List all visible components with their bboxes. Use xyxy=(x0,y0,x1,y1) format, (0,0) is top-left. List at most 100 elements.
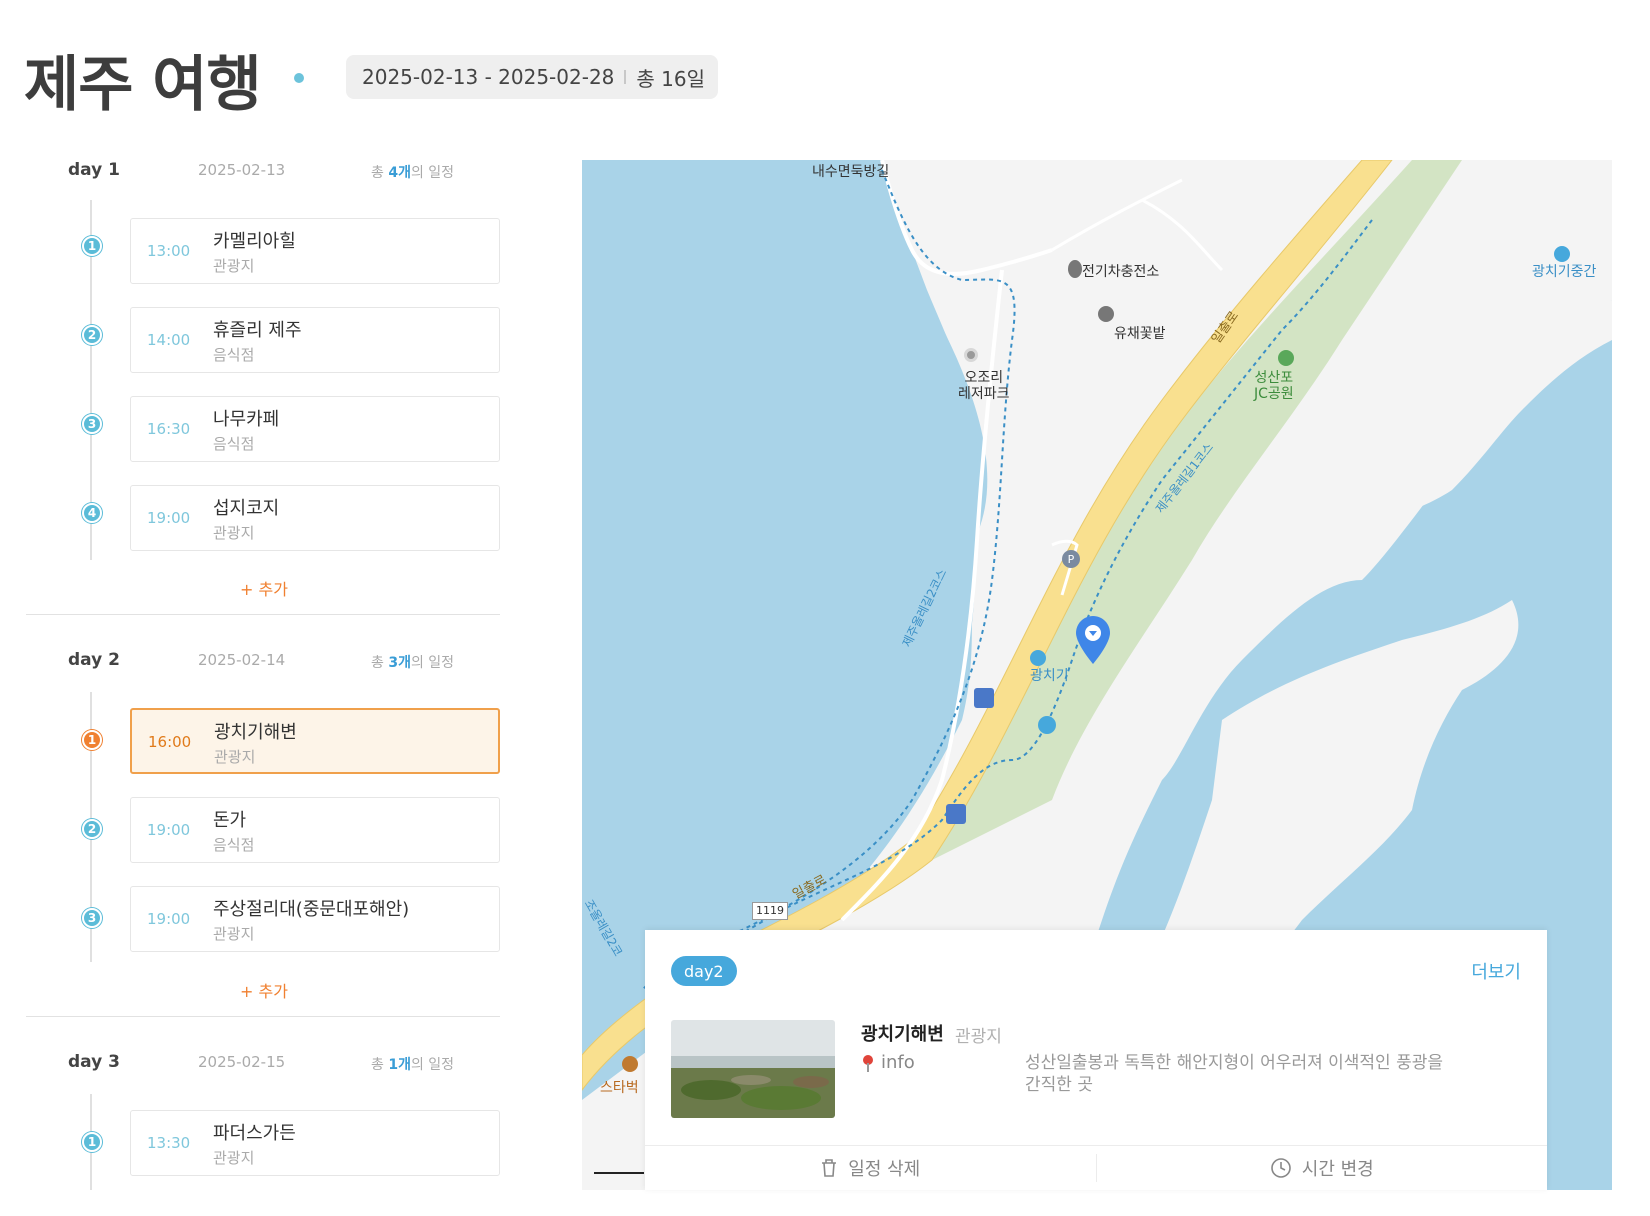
map-label-seongsanpo: 성산포 JC공원 xyxy=(1254,370,1294,402)
map-label-ojori: 오조리 레저파크 xyxy=(958,370,1010,402)
item-name: 나무카페 xyxy=(213,409,280,430)
camera-icon xyxy=(1098,306,1114,322)
item-name: 광치기해변 xyxy=(214,722,297,743)
schedule-item[interactable]: 13:00 카멜리아힐 관광지 xyxy=(130,218,500,284)
item-number-badge: 3 xyxy=(82,908,102,928)
card-actions: 일정 삭제 시간 변경 xyxy=(645,1145,1547,1190)
day-date: 2025-02-13 xyxy=(198,161,286,179)
item-category: 관광지 xyxy=(213,1149,255,1167)
info-label: info xyxy=(881,1052,915,1073)
day-header: day 2 2025-02-14 총 3개의 일정 xyxy=(68,650,488,674)
item-name: 카멜리아힐 xyxy=(213,231,296,252)
poi-leisure-icon xyxy=(964,348,978,362)
item-time: 13:30 xyxy=(147,1134,191,1152)
schedule-item[interactable]: 14:00 휴즐리 제주 음식점 xyxy=(130,307,500,373)
map-label-yuchae: 유채꽃밭 xyxy=(1114,326,1166,342)
map-pin-icon xyxy=(863,1054,873,1072)
add-schedule-button[interactable]: + 추가 xyxy=(240,576,288,600)
date-separator xyxy=(624,70,627,84)
day-label: day 3 xyxy=(68,1052,120,1072)
place-info-card: day2 더보기 광치기해변 관광지 info 성산일출봉과 독특한 해안지형이… xyxy=(645,930,1547,1190)
item-name: 주상절리대(중문대포해안) xyxy=(213,899,410,920)
item-time: 13:00 xyxy=(147,242,191,260)
day-divider xyxy=(26,614,500,615)
day-header: day 1 2025-02-13 총 4개의 일정 xyxy=(68,160,488,184)
item-name: 돈가 xyxy=(213,810,247,831)
place-description: 성산일출봉과 독특한 해안지형이 어우러져 이색적인 풍광을 간직한 곳 xyxy=(1025,1053,1444,1095)
delete-schedule-button[interactable]: 일정 삭제 xyxy=(645,1146,1096,1190)
day-label: day 2 xyxy=(68,650,120,670)
item-time: 19:00 xyxy=(147,509,191,527)
schedule-item[interactable]: 13:30 파더스가든 관광지 xyxy=(130,1110,500,1176)
title-dot xyxy=(294,73,304,83)
item-number-badge: 4 xyxy=(82,503,102,523)
date-range: 2025-02-13 - 2025-02-28 xyxy=(362,65,615,89)
day-tag: day2 xyxy=(671,956,737,986)
item-category: 관광지 xyxy=(213,524,255,542)
schedule-item[interactable]: 19:00 섭지코지 관광지 xyxy=(130,485,500,551)
schedule-item[interactable]: 16:30 나무카페 음식점 xyxy=(130,396,500,462)
map-label-gwangchigi: 광치기 xyxy=(1030,668,1069,684)
day-date: 2025-02-15 xyxy=(198,1053,286,1071)
day-date: 2025-02-14 xyxy=(198,651,286,669)
item-category: 음식점 xyxy=(213,836,255,854)
map-label-charger: 전기차충전소 xyxy=(1082,264,1160,280)
schedule-item-selected[interactable]: 16:00 광치기해변 관광지 xyxy=(130,708,500,774)
scale-bar xyxy=(594,1172,644,1174)
item-category: 음식점 xyxy=(213,346,255,364)
place-name: 광치기해변 xyxy=(861,1024,944,1045)
item-time: 16:30 xyxy=(147,420,191,438)
map-road-number: 1119 xyxy=(752,902,788,920)
trip-duration: 총 16일 xyxy=(636,66,706,91)
bus-stop-icon xyxy=(946,804,966,824)
schedule-item[interactable]: 19:00 돈가 음식점 xyxy=(130,797,500,863)
item-number-badge: 1 xyxy=(82,730,102,750)
item-category: 관광지 xyxy=(213,925,255,943)
beach-icon xyxy=(1554,246,1570,262)
item-time: 19:00 xyxy=(147,910,191,928)
day-schedule-count: 총 1개의 일정 xyxy=(371,1057,455,1073)
item-number-badge: 2 xyxy=(82,325,102,345)
item-number-badge: 1 xyxy=(82,236,102,256)
day-label: day 1 xyxy=(68,160,120,180)
bus-stop-icon xyxy=(974,688,994,708)
item-name: 섭지코지 xyxy=(213,498,280,519)
day-schedule-count: 총 3개의 일정 xyxy=(371,655,455,671)
map-label-starbucks: 스타벅 xyxy=(600,1080,639,1096)
info-row: info xyxy=(861,1052,915,1073)
item-name: 파더스가든 xyxy=(213,1123,296,1144)
item-category: 관광지 xyxy=(214,748,256,766)
page-title: 제주 여행 xyxy=(24,50,262,120)
item-number-badge: 3 xyxy=(82,414,102,434)
item-name: 휴즐리 제주 xyxy=(213,320,302,341)
day-schedule-count: 총 4개의 일정 xyxy=(371,165,455,181)
location-pin-icon[interactable] xyxy=(1076,616,1110,666)
swim-icon xyxy=(1038,716,1056,734)
item-time: 19:00 xyxy=(147,821,191,839)
cafe-icon xyxy=(622,1056,638,1072)
trip-date-pill[interactable]: 2025-02-13 - 2025-02-28 총 16일 xyxy=(346,55,718,99)
day-header: day 3 2025-02-15 총 1개의 일정 xyxy=(68,1052,488,1076)
trash-icon xyxy=(822,1159,837,1177)
item-time: 16:00 xyxy=(148,733,192,751)
more-button[interactable]: 더보기 xyxy=(1471,958,1521,984)
parking-icon: P xyxy=(1062,550,1080,568)
map-label-gwangchigi-jung: 광치기중간 xyxy=(1532,264,1597,280)
clock-icon xyxy=(1270,1158,1291,1178)
add-schedule-button[interactable]: + 추가 xyxy=(240,978,288,1002)
item-category: 음식점 xyxy=(213,435,255,453)
park-icon xyxy=(1278,350,1294,366)
schedule-item[interactable]: 19:00 주상절리대(중문대포해안) 관광지 xyxy=(130,886,500,952)
item-number-badge: 2 xyxy=(82,819,102,839)
item-number-badge: 1 xyxy=(82,1132,102,1152)
item-category: 관광지 xyxy=(213,257,255,275)
beach-icon xyxy=(1030,650,1046,666)
time-change-label: 시간 변경 xyxy=(1301,1159,1374,1180)
day-divider xyxy=(26,1016,500,1017)
delete-label: 일정 삭제 xyxy=(848,1159,921,1180)
change-time-button[interactable]: 시간 변경 xyxy=(1097,1146,1548,1190)
place-thumbnail xyxy=(671,1020,835,1118)
place-category: 관광지 xyxy=(955,1027,1002,1047)
charger-icon xyxy=(1068,260,1082,278)
map-label-naesu: 내수면둑방길 xyxy=(812,164,890,180)
